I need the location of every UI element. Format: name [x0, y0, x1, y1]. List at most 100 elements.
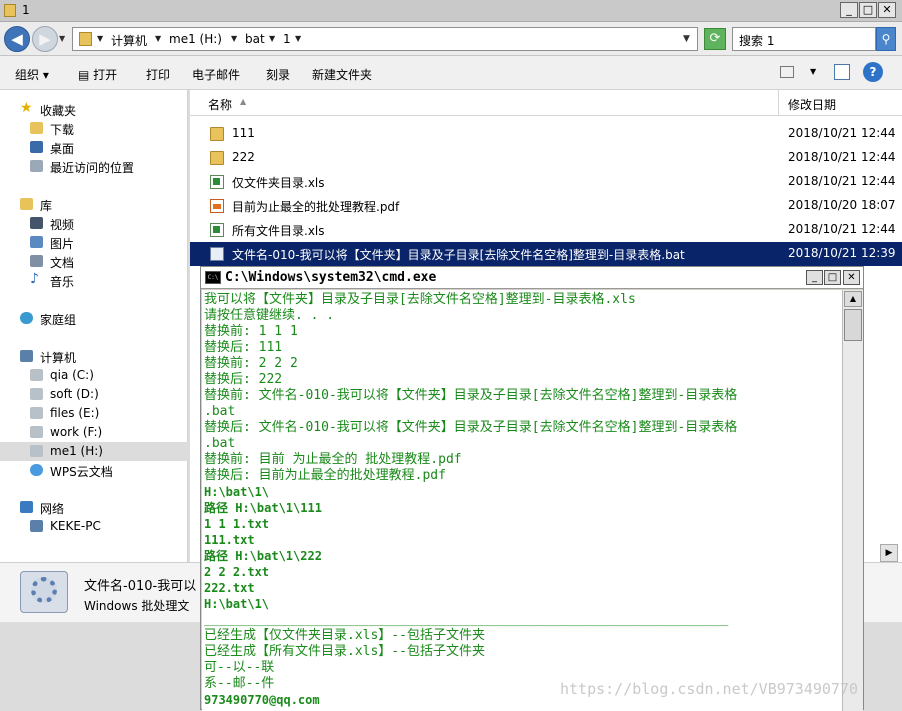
- chevron-down-icon[interactable]: ▼: [231, 34, 237, 43]
- cmd-scrollbar[interactable]: ▲: [842, 290, 863, 711]
- scroll-up-button[interactable]: ▲: [844, 291, 862, 307]
- cmd-close-button[interactable]: ✕: [843, 270, 860, 285]
- console-line: 可--以--联: [204, 660, 275, 675]
- nav-item-recent[interactable]: 最近访问的位置: [0, 157, 188, 175]
- video-icon: [30, 217, 43, 229]
- forward-button[interactable]: ▶: [32, 26, 58, 52]
- cmd-maximize-button[interactable]: □: [824, 270, 841, 285]
- desktop-icon: [30, 141, 43, 153]
- nav-item-drive-f[interactable]: work (F:): [0, 423, 188, 441]
- address-history-dropdown-icon[interactable]: ▼: [683, 34, 690, 44]
- console-line: 已经生成【所有文件目录.xls】--包括子文件夹: [204, 644, 485, 659]
- cmd-minimize-button[interactable]: _: [806, 270, 823, 285]
- nav-item-documents[interactable]: 文档: [0, 252, 188, 270]
- file-row[interactable]: 仅文件夹目录.xls 2018/10/21 12:44: [190, 170, 902, 194]
- refresh-button[interactable]: ⟳: [704, 28, 726, 50]
- breadcrumb-drive[interactable]: me1 (H:): [169, 32, 222, 46]
- breadcrumb-bat[interactable]: bat: [245, 32, 265, 46]
- file-row[interactable]: 222 2018/10/21 12:44: [190, 146, 902, 170]
- documents-icon: [30, 255, 43, 267]
- organize-button[interactable]: 组织 ▾: [15, 66, 49, 83]
- console-output[interactable]: 我可以将【文件夹】目录及子目录[去除文件名空格]整理到-目录表格.xls 请按任意…: [202, 290, 842, 711]
- search-input[interactable]: 搜索 1: [732, 27, 876, 51]
- console-line: 替换后: 111: [204, 340, 283, 355]
- console-line: 替换前: 2 2 2: [204, 356, 298, 371]
- console-line: H:\bat\1\: [204, 597, 270, 611]
- nav-item-homegroup[interactable]: 家庭组: [0, 309, 188, 327]
- excel-file-icon: [210, 175, 224, 189]
- folder-icon: [4, 4, 16, 17]
- open-button[interactable]: ▤ 打开: [78, 66, 117, 83]
- nav-item-downloads[interactable]: 下载: [0, 119, 188, 137]
- file-row[interactable]: 111 2018/10/21 12:44: [190, 122, 902, 146]
- details-file-type: Windows 批处理文: [84, 599, 190, 613]
- star-icon: ★: [20, 100, 33, 116]
- scroll-right-button[interactable]: ▶: [880, 544, 898, 562]
- preview-pane-icon[interactable]: [834, 64, 850, 80]
- column-date-header[interactable]: 修改日期: [788, 96, 836, 113]
- chevron-down-icon[interactable]: ▼: [269, 34, 275, 43]
- close-button[interactable]: ✕: [878, 2, 896, 18]
- console-line: 替换后: 目前为止最全的批处理教程.pdf: [204, 468, 446, 483]
- watermark: https://blog.csdn.net/VB973490770: [560, 680, 859, 698]
- console-line: 请按任意键继续. . .: [204, 308, 335, 323]
- nav-item-keke-pc[interactable]: KEKE-PC: [0, 517, 188, 535]
- maximize-button[interactable]: □: [859, 2, 877, 18]
- nav-item-favorites[interactable]: ★ 收藏夹: [0, 100, 188, 118]
- view-options-icon[interactable]: [780, 66, 794, 78]
- breadcrumb-computer[interactable]: 计算机: [111, 32, 147, 49]
- console-line: H:\bat\1\: [204, 485, 270, 499]
- email-button[interactable]: 电子邮件: [192, 66, 240, 83]
- nav-item-drive-c[interactable]: qia (C:): [0, 366, 188, 384]
- chevron-down-icon[interactable]: ▼: [295, 34, 301, 43]
- music-icon: ♪: [30, 271, 39, 287]
- new-folder-button[interactable]: 新建文件夹: [312, 66, 372, 83]
- explorer-titlebar: 1 _ □ ✕: [0, 0, 902, 22]
- console-line: .bat: [204, 404, 236, 419]
- nav-item-desktop[interactable]: 桌面: [0, 138, 188, 156]
- help-icon[interactable]: ?: [863, 62, 883, 82]
- console-line: 路径 H:\bat\1\111: [204, 501, 322, 515]
- cmd-title: C:\Windows\system32\cmd.exe: [225, 270, 437, 285]
- nav-item-drive-d[interactable]: soft (D:): [0, 385, 188, 403]
- breadcrumb-1[interactable]: 1: [283, 32, 291, 46]
- search-icon[interactable]: ⚲: [876, 27, 896, 51]
- cmd-icon: C:\: [205, 271, 221, 284]
- nav-item-network[interactable]: 网络: [0, 498, 188, 516]
- pdf-file-icon: [210, 199, 224, 213]
- recent-pages-dropdown-icon[interactable]: ▼: [59, 34, 65, 43]
- file-row[interactable]: 目前为止最全的批处理教程.pdf 2018/10/20 18:07: [190, 194, 902, 218]
- folder-icon: [210, 127, 224, 141]
- scrollbar-thumb[interactable]: [844, 309, 862, 341]
- burn-button[interactable]: 刻录: [266, 66, 290, 83]
- column-divider[interactable]: [778, 90, 779, 116]
- folder-icon: [210, 151, 224, 165]
- nav-item-drive-h[interactable]: me1 (H:): [0, 442, 188, 460]
- minimize-button[interactable]: _: [840, 2, 858, 18]
- chevron-down-icon[interactable]: ▼: [155, 34, 161, 43]
- address-input[interactable]: ▼ 计算机 ▼ me1 (H:) ▼ bat ▼ 1 ▼ ▼: [72, 27, 698, 51]
- file-row[interactable]: 所有文件目录.xls 2018/10/21 12:44: [190, 218, 902, 242]
- nav-item-music[interactable]: ♪ 音乐: [0, 271, 188, 289]
- file-row-selected[interactable]: 文件名-010-我可以将【文件夹】目录及子目录[去除文件名空格]整理到-目录表格…: [190, 242, 902, 266]
- nav-item-computer[interactable]: 计算机: [0, 347, 188, 365]
- chevron-down-icon[interactable]: ▼: [810, 67, 816, 76]
- nav-item-videos[interactable]: 视频: [0, 214, 188, 232]
- nav-item-pictures[interactable]: 图片: [0, 233, 188, 251]
- folder-icon: [79, 32, 92, 46]
- back-button[interactable]: ◀: [4, 26, 30, 52]
- nav-item-libraries[interactable]: 库: [0, 195, 188, 213]
- print-button[interactable]: 打印: [146, 66, 170, 83]
- column-name-header[interactable]: 名称: [208, 96, 232, 113]
- downloads-icon: [30, 122, 43, 134]
- network-icon: [20, 501, 33, 513]
- libraries-icon: [20, 198, 33, 210]
- nav-item-drive-e[interactable]: files (E:): [0, 404, 188, 422]
- nav-item-wps-cloud[interactable]: WPS云文档: [0, 461, 188, 479]
- chevron-down-icon[interactable]: ▼: [97, 34, 103, 43]
- computer-icon: [30, 520, 43, 532]
- gear-icon: [31, 577, 57, 603]
- drive-icon: [30, 445, 43, 457]
- excel-file-icon: [210, 223, 224, 237]
- console-line: .bat: [204, 436, 236, 451]
